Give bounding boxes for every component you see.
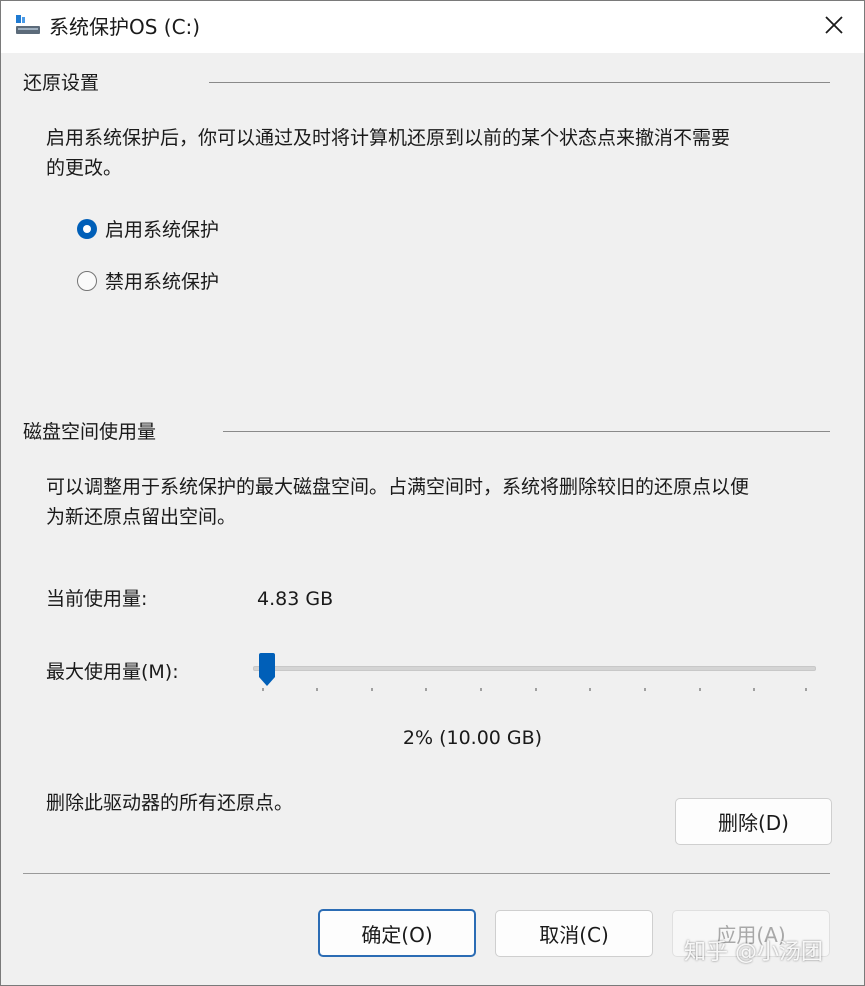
max-usage-slider-track[interactable]: [253, 666, 816, 671]
max-usage-label: 最大使用量(M):: [46, 661, 179, 683]
divider: [223, 431, 830, 432]
current-usage-value: 4.83 GB: [257, 588, 334, 610]
radio-selected-icon: [77, 218, 97, 239]
slider-tick: [644, 688, 646, 691]
title-bar: 系统保护OS (C:): [1, 1, 864, 53]
slider-tick: [425, 688, 427, 691]
slider-tick: [262, 688, 264, 691]
system-protection-dialog: 系统保护OS (C:) 还原设置 启用系统保护后，你可以通过及时将计算机还原到以…: [0, 0, 865, 986]
max-usage-slider-thumb[interactable]: [258, 653, 276, 687]
restore-settings-heading: 还原设置: [23, 72, 100, 94]
ok-button[interactable]: 确定(O): [318, 909, 476, 957]
disk-usage-description: 可以调整用于系统保护的最大磁盘空间。占满空间时，系统将删除较旧的还原点以便 为新…: [46, 476, 750, 528]
footer-divider: [23, 873, 830, 874]
window-title: 系统保护OS (C:): [49, 15, 201, 39]
slider-tick: [805, 688, 807, 691]
radio-enable-protection[interactable]: 启用系统保护: [77, 215, 219, 242]
close-icon: [824, 15, 844, 39]
slider-tick: [371, 688, 373, 691]
slider-tick: [753, 688, 755, 691]
delete-button[interactable]: 删除(D): [675, 798, 832, 845]
max-usage-value: 2% (10.00 GB): [402, 727, 543, 749]
system-drive-icon: [15, 14, 41, 38]
slider-tick: [480, 688, 482, 691]
disk-usage-heading: 磁盘空间使用量: [23, 421, 157, 443]
slider-tick: [589, 688, 591, 691]
current-usage-label: 当前使用量:: [46, 588, 148, 610]
close-button[interactable]: [804, 1, 864, 53]
watermark: 知乎 @小汤团: [684, 940, 823, 965]
slider-tick: [316, 688, 318, 691]
radio-disable-protection[interactable]: 禁用系统保护: [77, 267, 219, 294]
cancel-button[interactable]: 取消(C): [495, 910, 653, 957]
restore-settings-description: 启用系统保护后，你可以通过及时将计算机还原到以前的某个状态点来撤消不需要 的更改…: [46, 127, 731, 179]
slider-tick: [535, 688, 537, 691]
slider-tick: [699, 688, 701, 691]
divider: [209, 82, 830, 83]
delete-description: 删除此驱动器的所有还原点。: [46, 792, 294, 814]
radio-unselected-icon: [77, 270, 97, 291]
